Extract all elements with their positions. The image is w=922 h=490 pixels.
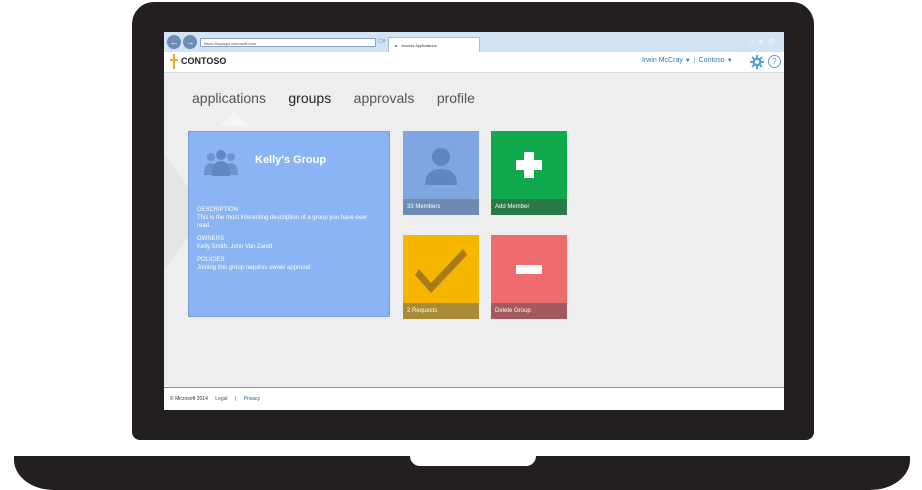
minus-icon [516, 265, 542, 274]
nav-groups[interactable]: groups [288, 90, 331, 106]
browser-tab[interactable]: ■ Access Applications [388, 37, 480, 52]
group-name: Kelly's Group [255, 154, 327, 166]
owners-label: OWNERS [197, 236, 224, 242]
chevron-down-icon[interactable]: ▼ [727, 58, 733, 64]
group-details-tile[interactable]: Kelly's Group DESCRIPTION This is the mo… [188, 131, 390, 317]
user-name[interactable]: Irwin McCray [642, 57, 683, 64]
tab-favicon-icon: ■ [395, 43, 398, 48]
divider: | [693, 57, 696, 64]
delete-group-button[interactable]: Delete Group [491, 235, 567, 319]
chevron-down-icon[interactable]: ▼ [685, 58, 691, 64]
contoso-logo-icon [170, 54, 178, 69]
requests-tile[interactable]: 2 Requests [403, 235, 479, 319]
logo-text: CONTOSO [181, 56, 227, 66]
delete-group-label: Delete Group [491, 303, 567, 319]
tab-title: Access Applications [401, 43, 437, 48]
tenant-name[interactable]: Contoso [699, 57, 725, 64]
app-header: CONTOSO Irwin McCray ▼ | Contoso ▼ ? [164, 52, 784, 73]
address-tools-icon[interactable]: ▢≡ [378, 38, 386, 44]
checkmark-icon [415, 249, 467, 293]
legal-link[interactable]: Legal [215, 396, 227, 402]
back-icon[interactable]: ← [167, 35, 181, 49]
plus-icon [516, 152, 542, 178]
laptop-notch [410, 456, 536, 466]
description-value: This is the most interesting description… [197, 215, 368, 229]
members-count: 33 Members [403, 199, 479, 215]
privacy-link[interactable]: Privacy [244, 396, 260, 402]
help-icon[interactable]: ? [768, 55, 781, 68]
person-icon [425, 148, 457, 185]
gear-icon[interactable] [750, 55, 764, 69]
user-menu[interactable]: Irwin McCray ▼ | Contoso ▼ [642, 57, 733, 64]
description-label: DESCRIPTION [197, 207, 239, 213]
screen: ← → https://myapps.microsoft.com ▢≡ ■ Acc… [164, 32, 784, 410]
nav-applications[interactable]: applications [192, 90, 266, 106]
members-tile[interactable]: 33 Members [403, 131, 479, 215]
policies-label: POLICIES [197, 257, 225, 263]
add-member-label: Add Member [491, 199, 567, 215]
footer: © Microsoft 2014 Legal | Privacy [164, 387, 784, 410]
group-icon [204, 150, 238, 176]
forward-icon[interactable]: → [183, 35, 197, 49]
group-info: DESCRIPTION This is the most interesting… [197, 206, 381, 277]
owners-value: Kelly Smith, John Van Zandt [197, 244, 273, 250]
browser-toolbar-icons[interactable]: ⌂★⚙ [750, 37, 778, 46]
nav-profile[interactable]: profile [437, 90, 475, 106]
add-member-button[interactable]: Add Member [491, 131, 567, 215]
footer-separator: | [234, 396, 237, 402]
policies-value: Joining this group requires owner approv… [197, 265, 311, 271]
address-bar[interactable]: https://myapps.microsoft.com [200, 38, 376, 47]
browser-chrome: ← → https://myapps.microsoft.com ▢≡ ■ Acc… [164, 32, 784, 52]
main-nav: applications groups approvals profile [192, 90, 493, 108]
requests-count: 2 Requests [403, 303, 479, 319]
nav-approvals[interactable]: approvals [354, 90, 415, 106]
copyright: © Microsoft 2014 [170, 396, 208, 402]
background-arrow [220, 112, 248, 126]
